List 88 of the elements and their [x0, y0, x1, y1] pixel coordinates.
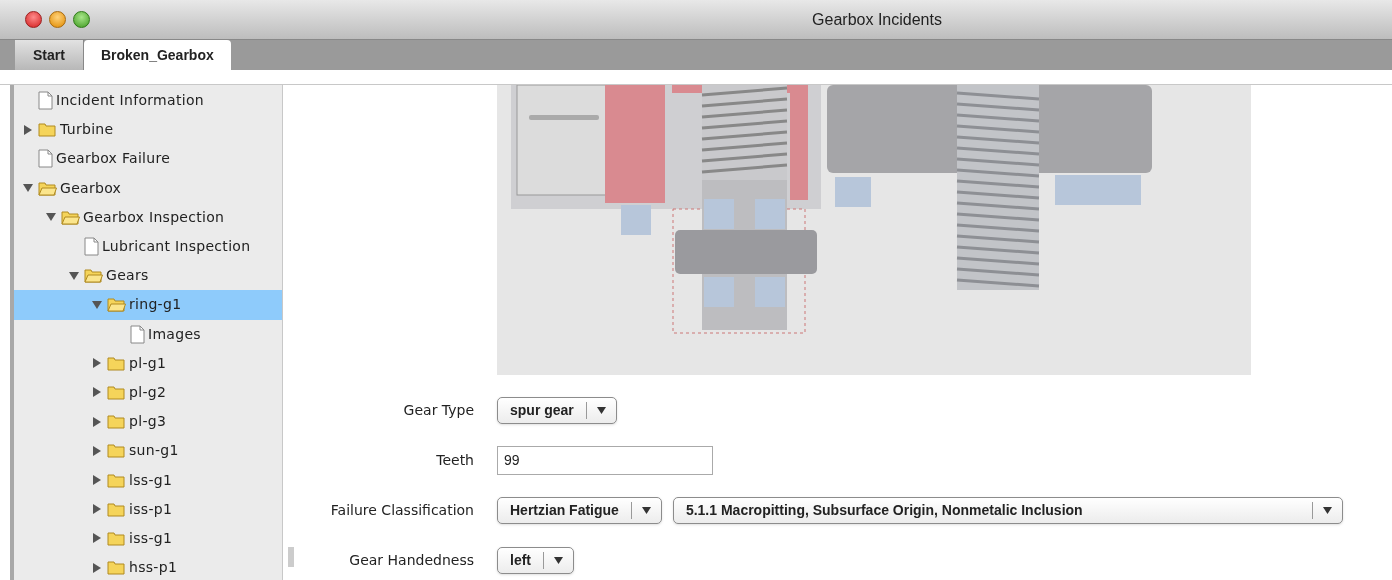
tree-item[interactable]: lss-g1 — [14, 465, 282, 495]
document-icon — [38, 91, 53, 111]
collapsed-arrow-icon[interactable] — [23, 124, 33, 135]
tree-item-label: iss-g1 — [129, 528, 173, 548]
tree-item-label: sun-g1 — [129, 441, 179, 461]
tree-item-label: pl-g2 — [129, 382, 167, 402]
tree-item[interactable]: Images — [14, 319, 282, 349]
dropdown[interactable]: 5.1.1 Macropitting, Subsurface Origin, Nonmetalic Inclusion — [672, 496, 1343, 524]
tree-item[interactable]: Incident Information — [14, 86, 282, 116]
tree-item-label: hss-p1 — [129, 558, 178, 578]
tree-item-label: Images — [148, 324, 201, 344]
tree-item[interactable]: hss-p1 — [14, 553, 282, 580]
folder-icon — [38, 122, 57, 138]
caret-icon — [641, 506, 651, 514]
folder-icon — [107, 472, 126, 488]
dropdown-value: 5.1.1 Macropitting, Subsurface Origin, Nonmetalic Inclusion — [684, 500, 1084, 520]
tree-item[interactable]: iss-g1 — [14, 523, 282, 553]
document-icon — [84, 237, 99, 257]
collapsed-arrow-icon[interactable] — [92, 533, 102, 544]
caret-icon — [554, 556, 563, 564]
collapsed-arrow-icon[interactable] — [92, 475, 102, 486]
dropdown-value: left — [509, 550, 532, 570]
collapsed-arrow-icon[interactable] — [92, 562, 102, 573]
tree-item-label: Gears — [106, 266, 149, 286]
dropdown-value: spur gear — [509, 400, 575, 420]
tree-item[interactable]: Turbine — [14, 115, 282, 145]
tree-item[interactable]: pl-g1 — [14, 348, 282, 378]
expanded-arrow-icon[interactable] — [23, 183, 33, 194]
collapsed-arrow-icon[interactable] — [92, 504, 102, 515]
caret-icon — [596, 406, 606, 414]
tree-item-label: Incident Information — [56, 91, 204, 111]
tree-item-label: pl-g3 — [129, 412, 167, 432]
tree-item[interactable]: Lubricant Inspection — [14, 231, 282, 262]
folder-icon — [107, 560, 126, 576]
folder-icon — [107, 414, 126, 430]
field-label: Teeth — [435, 450, 474, 470]
tab[interactable]: Start — [15, 40, 84, 70]
tree-item[interactable]: ring-g1 — [14, 290, 282, 320]
document-icon — [130, 324, 145, 344]
collapsed-arrow-icon[interactable] — [92, 358, 102, 369]
field-label: Failure Classification — [329, 500, 474, 520]
collapsed-arrow-icon[interactable] — [92, 445, 102, 456]
open-folder-icon — [38, 180, 57, 196]
field-label: Gear Type — [402, 400, 474, 420]
field-label: Gear Handedness — [348, 550, 474, 570]
expanded-arrow-icon[interactable] — [92, 299, 102, 310]
tree-item[interactable]: sun-g1 — [14, 436, 282, 466]
tab[interactable]: Broken_Gearbox — [83, 40, 231, 70]
tree-item-label: Turbine — [60, 120, 114, 140]
tree-item[interactable]: Gearbox Inspection — [14, 202, 282, 232]
expanded-arrow-icon[interactable] — [46, 212, 56, 223]
tree-item-label: lss-g1 — [129, 470, 173, 490]
splitter-grip-icon[interactable] — [288, 547, 294, 567]
tree-item[interactable]: iss-p1 — [14, 494, 282, 524]
document-icon — [38, 149, 53, 169]
dropdown-value: Hertzian Fatigue — [509, 500, 620, 520]
dropdown[interactable]: left — [497, 546, 574, 574]
tree-item-label: iss-p1 — [129, 499, 173, 519]
folder-icon — [107, 501, 126, 517]
collapsed-arrow-icon[interactable] — [92, 387, 102, 398]
minimize-button[interactable] — [49, 11, 66, 28]
dropdown[interactable]: spur gear — [497, 396, 617, 424]
tree-item-label: pl-g1 — [129, 353, 167, 373]
tree-item[interactable]: Gearbox Failure — [14, 144, 282, 174]
tree-item[interactable]: pl-g2 — [14, 377, 282, 408]
input-field[interactable]: 99 — [497, 445, 713, 475]
zoom-button[interactable] — [73, 11, 90, 28]
tree-item-label: Gearbox — [60, 178, 122, 198]
folder-icon — [107, 355, 126, 371]
folder-icon — [107, 443, 126, 459]
tree-item-label: Lubricant Inspection — [102, 237, 251, 257]
tree-item-label: ring-g1 — [129, 295, 182, 315]
tree-item[interactable]: Gears — [14, 261, 282, 291]
tree-item-label: Gearbox Inspection — [83, 207, 225, 227]
window-title: Gearbox Incidents — [811, 9, 943, 30]
close-button[interactable] — [25, 11, 42, 28]
dropdown[interactable]: Hertzian Fatigue — [497, 496, 662, 524]
open-folder-icon — [84, 268, 103, 284]
tree-item-label: Gearbox Failure — [56, 149, 171, 169]
tree-item[interactable]: pl-g3 — [14, 407, 282, 437]
expanded-arrow-icon[interactable] — [69, 270, 79, 281]
collapsed-arrow-icon[interactable] — [92, 416, 102, 427]
folder-icon — [107, 530, 126, 546]
folder-icon — [107, 384, 126, 400]
tree-item[interactable]: Gearbox — [14, 173, 282, 203]
open-folder-icon — [107, 297, 126, 313]
caret-icon — [1322, 506, 1332, 514]
open-folder-icon — [61, 209, 80, 225]
